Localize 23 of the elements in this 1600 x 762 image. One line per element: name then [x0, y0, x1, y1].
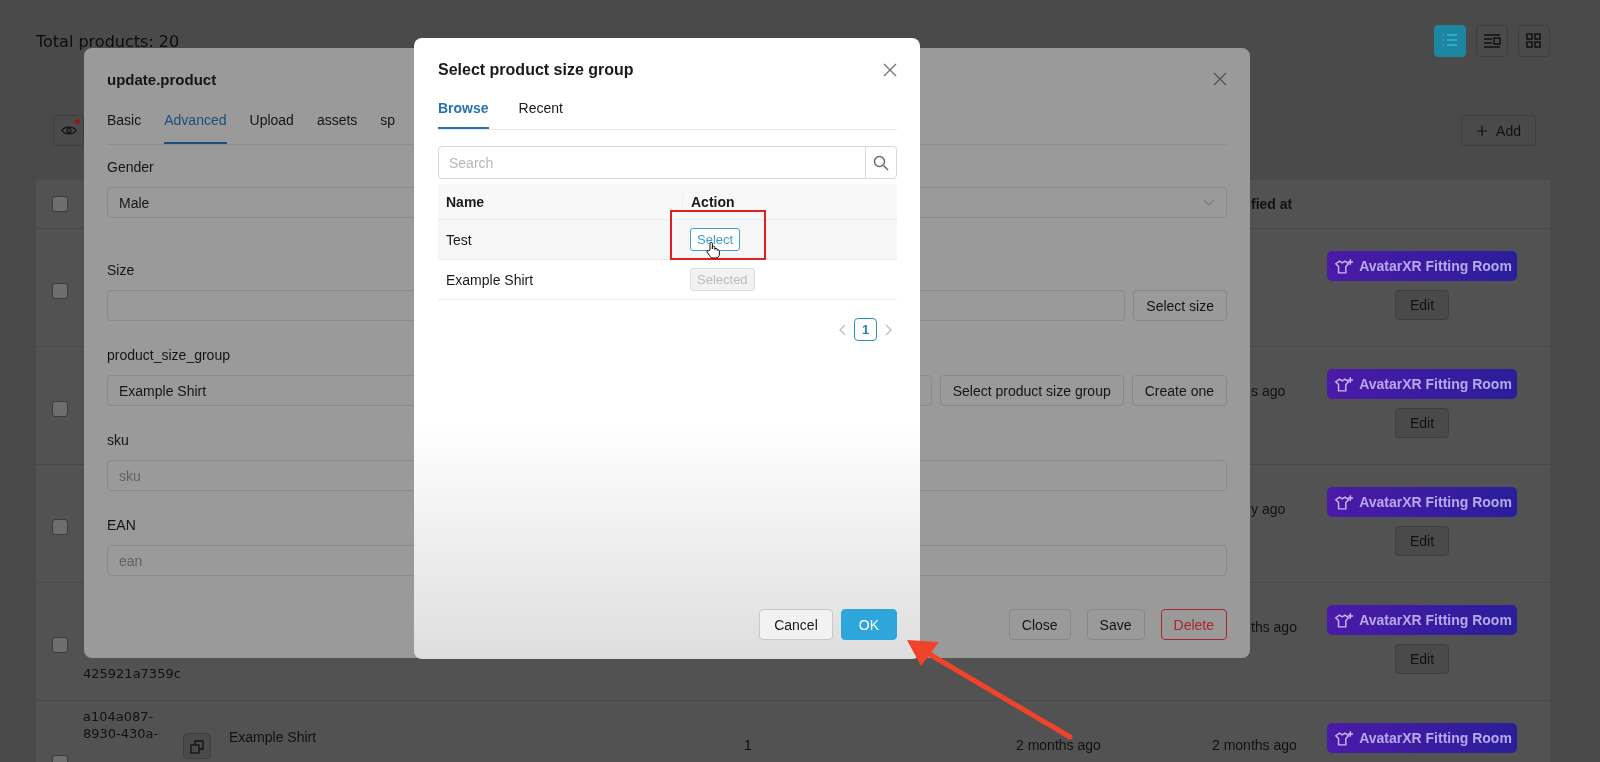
field-label: Size [107, 262, 135, 278]
dialog-title: update.product [107, 70, 217, 88]
field-label: sku [107, 432, 129, 448]
table-cell: s ago [1251, 383, 1286, 399]
column-header: Action [691, 193, 735, 210]
table-cell: ths ago [1251, 619, 1297, 635]
dialog-title: Select product size group [438, 61, 634, 79]
field-label: EAN [107, 517, 136, 533]
field-label: Gender [107, 159, 154, 175]
table-cell: Example Shirt [446, 271, 534, 288]
product-id: 425921a7359c [83, 666, 182, 681]
column-header: Name [446, 193, 485, 210]
product-name: Example Shirt [229, 729, 317, 745]
total-products: Total products: 20 [36, 31, 180, 51]
table-cell: 1 [744, 737, 752, 753]
created-date: 2 months ago [1016, 737, 1101, 753]
column-header: fied at [1251, 196, 1293, 212]
table-cell: y ago [1251, 501, 1286, 517]
modified-date: 2 months ago [1212, 737, 1297, 753]
field-label: product_size_group [107, 347, 230, 363]
product-id: a104a087- [83, 709, 155, 724]
table-cell: Test [446, 231, 472, 248]
product-id: 8930-430a- [83, 726, 160, 741]
